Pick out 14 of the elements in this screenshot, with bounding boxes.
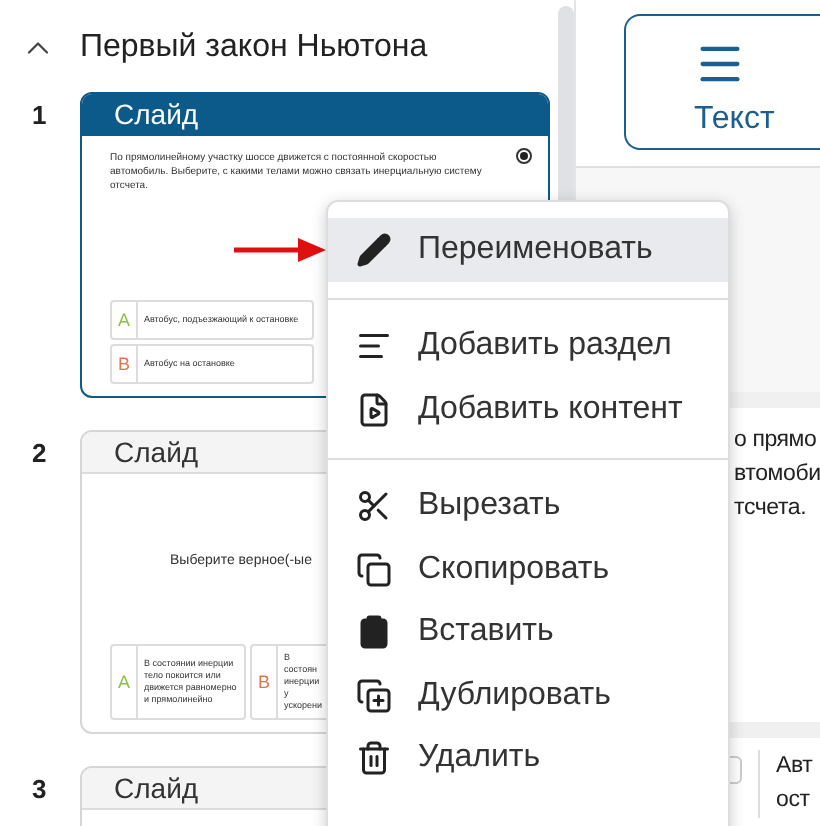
slide-number: 3 (30, 772, 49, 804)
slide-number: 1 (30, 98, 49, 130)
answer-text: ост (776, 786, 812, 816)
answer-letter: B (112, 346, 138, 382)
question-text: втомоби (734, 460, 820, 490)
question-text: тсчета. (734, 494, 809, 524)
question-text: о прямо (734, 426, 819, 456)
slide-number: 2 (30, 436, 49, 468)
answer-text: Авт (776, 752, 813, 782)
answer-letter: A (112, 302, 138, 338)
answer-letter: A (112, 646, 138, 718)
slide-title: Слайд (82, 94, 548, 136)
answer-letter: B (252, 646, 278, 718)
section-title: Первый закон Ньютона (80, 30, 428, 66)
